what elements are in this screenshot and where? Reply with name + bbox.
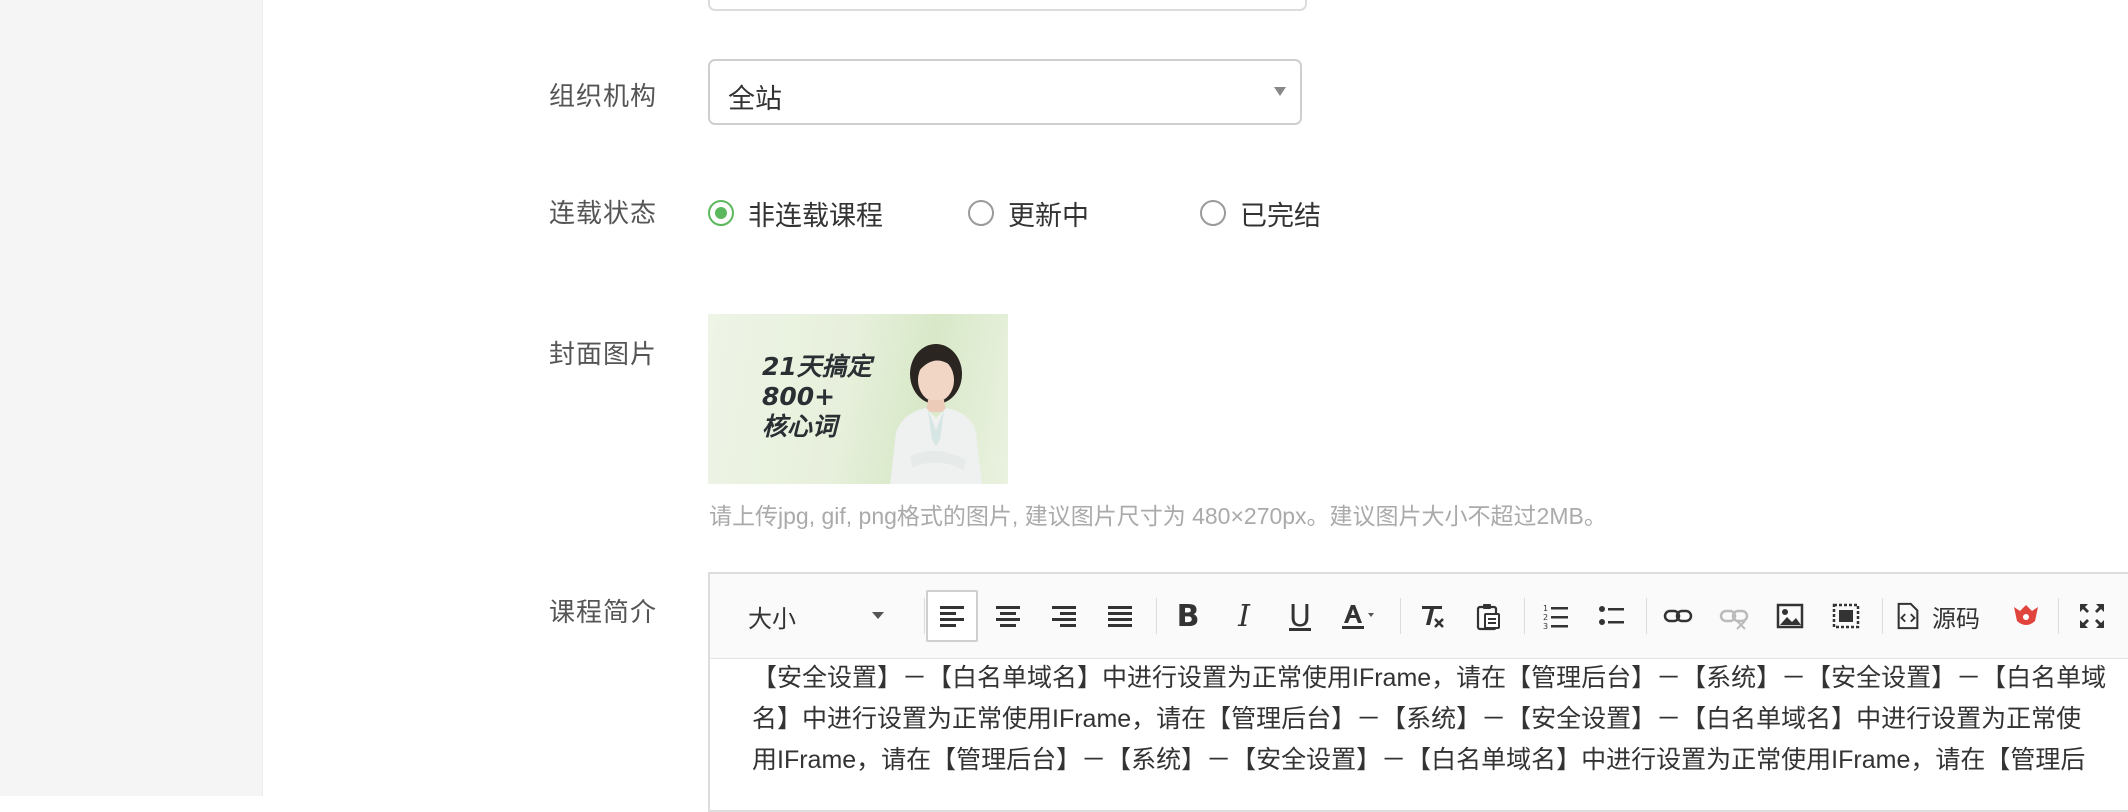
status-radio-finished[interactable]: 已完结 bbox=[1200, 196, 1321, 231]
svg-text:2: 2 bbox=[1543, 613, 1548, 622]
font-color-button[interactable] bbox=[1332, 590, 1384, 642]
org-select[interactable]: 全站 bbox=[708, 59, 1302, 125]
align-center-button[interactable] bbox=[982, 590, 1034, 642]
status-option-label: 更新中 bbox=[1008, 200, 1089, 231]
underline-button[interactable]: U bbox=[1274, 590, 1326, 642]
status-option-label: 已完结 bbox=[1240, 200, 1321, 231]
plugin-icon bbox=[2014, 605, 2038, 625]
source-code-icon bbox=[1897, 602, 1919, 630]
sidebar bbox=[0, 0, 263, 796]
source-code-button[interactable]: 源码 bbox=[1894, 590, 1980, 642]
paste-icon bbox=[1476, 604, 1500, 631]
media-icon bbox=[1832, 603, 1860, 629]
previous-field-input[interactable] bbox=[708, 0, 1307, 11]
align-right-button[interactable] bbox=[1038, 590, 1090, 642]
cover-image-text: 21天搞定 800+ 核心词 bbox=[762, 352, 872, 441]
bold-icon: B bbox=[1176, 598, 1200, 634]
italic-icon: I bbox=[1238, 598, 1250, 634]
status-label: 连载状态 bbox=[549, 198, 658, 228]
editor-content-line: 用IFrame，请在【管理后台】－【系统】－【安全设置】－【白名单域名】中进行设… bbox=[752, 746, 2086, 774]
font-color-icon bbox=[1342, 605, 1374, 629]
align-justify-icon bbox=[1108, 606, 1132, 627]
teacher-photo bbox=[890, 344, 982, 484]
align-right-icon bbox=[1052, 606, 1076, 627]
editor-content-line: 名】中进行设置为正常使用IFrame，请在【管理后台】－【系统】－【安全设置】－… bbox=[752, 705, 2082, 733]
radio-unchecked-icon bbox=[1200, 200, 1226, 226]
image-icon bbox=[1776, 603, 1804, 629]
font-size-label: 大小 bbox=[748, 605, 796, 633]
align-left-icon bbox=[940, 606, 964, 627]
font-size-select[interactable]: 大小 bbox=[748, 600, 898, 633]
underline-icon: U bbox=[1289, 598, 1311, 634]
unlink-button[interactable] bbox=[1708, 590, 1760, 642]
radio-unchecked-icon bbox=[968, 200, 994, 226]
fullscreen-button[interactable] bbox=[2066, 590, 2118, 642]
insert-media-button[interactable] bbox=[1820, 590, 1872, 642]
org-label: 组织机构 bbox=[549, 81, 658, 111]
caret-down-icon bbox=[1274, 87, 1286, 96]
plugin-button[interactable] bbox=[2000, 590, 2052, 642]
clear-format-button[interactable] bbox=[1406, 590, 1458, 642]
fullscreen-icon bbox=[2080, 604, 2104, 628]
align-justify-button[interactable] bbox=[1094, 590, 1146, 642]
ordered-list-icon: 123 bbox=[1543, 604, 1568, 631]
align-left-button[interactable] bbox=[926, 590, 978, 642]
status-radio-updating[interactable]: 更新中 bbox=[968, 196, 1089, 231]
link-icon bbox=[1663, 609, 1693, 623]
source-code-label: 源码 bbox=[1932, 605, 1980, 633]
cover-image[interactable]: 21天搞定 800+ 核心词 bbox=[708, 314, 1008, 484]
align-center-icon bbox=[996, 606, 1020, 627]
cover-hint-text: 请上传jpg, gif, png格式的图片, 建议图片尺寸为 480×270px… bbox=[709, 503, 1607, 529]
italic-button[interactable]: I bbox=[1218, 590, 1270, 642]
editor-content-line: 【安全设置】－【白名单域名】中进行设置为正常使用IFrame，请在【管理后台】－… bbox=[752, 664, 2107, 692]
svg-text:1: 1 bbox=[1543, 604, 1548, 613]
ordered-list-button[interactable]: 123 bbox=[1530, 590, 1582, 642]
unlink-icon bbox=[1719, 609, 1749, 630]
svg-text:3: 3 bbox=[1543, 622, 1548, 631]
bold-button[interactable]: B bbox=[1162, 590, 1214, 642]
intro-label: 课程简介 bbox=[549, 597, 658, 627]
editor-content[interactable]: 【安全设置】－【白名单域名】中进行设置为正常使用IFrame，请在【管理后台】－… bbox=[752, 658, 2128, 781]
status-radio-non-serial[interactable]: 非连载课程 bbox=[708, 196, 883, 231]
insert-image-button[interactable] bbox=[1764, 590, 1816, 642]
status-option-label: 非连载课程 bbox=[748, 200, 883, 231]
org-select-value: 全站 bbox=[728, 84, 782, 114]
link-button[interactable] bbox=[1652, 590, 1704, 642]
rich-text-editor[interactable]: 大小 B I U 1 2 3 源码 【安全设置】－【白名单域名】中进行设置为正常… bbox=[708, 572, 2128, 812]
clear-format-icon bbox=[1422, 606, 1444, 628]
radio-checked-icon bbox=[708, 200, 734, 226]
bullet-list-button[interactable] bbox=[1586, 590, 1638, 642]
bullet-list-icon bbox=[1599, 606, 1624, 625]
paste-text-button[interactable] bbox=[1462, 590, 1514, 642]
cover-label: 封面图片 bbox=[549, 339, 658, 369]
chevron-down-icon bbox=[872, 612, 884, 619]
editor-toolbar: 大小 B I U 1 2 3 源码 bbox=[710, 574, 2128, 659]
